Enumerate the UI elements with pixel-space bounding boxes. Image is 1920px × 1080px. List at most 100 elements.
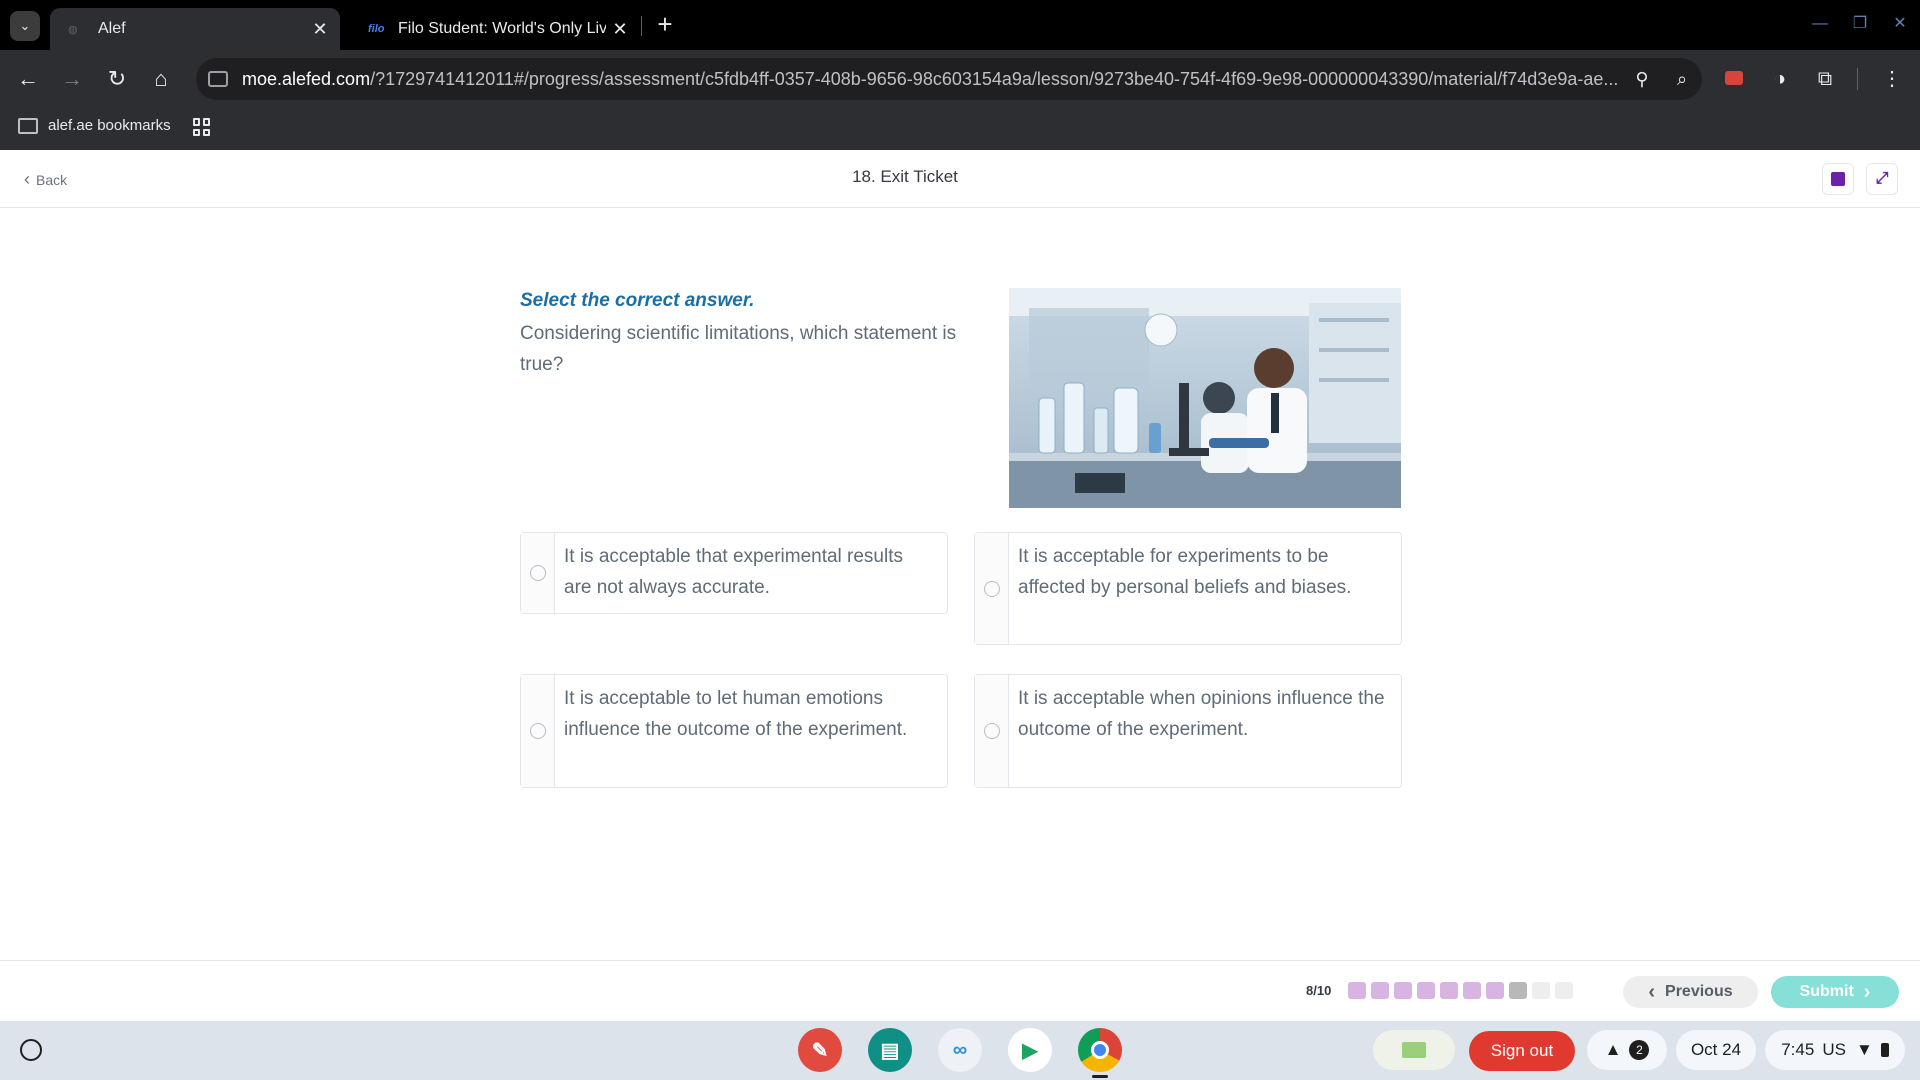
- progress-step[interactable]: [1417, 982, 1435, 999]
- infinity-app-icon[interactable]: ∞: [938, 1028, 982, 1072]
- url-host: moe.alefed.com: [242, 68, 371, 89]
- back-arrow-icon[interactable]: ←: [13, 64, 43, 94]
- tab-close-icon[interactable]: ✕: [306, 19, 334, 40]
- option-radio[interactable]: [529, 565, 546, 581]
- play-store-icon[interactable]: ▶: [1008, 1028, 1052, 1072]
- lesson-header: ‹ Back 18. Exit Ticket ⤢: [0, 150, 1920, 208]
- menu-kebab-icon[interactable]: ⋮: [1878, 66, 1906, 92]
- progress-step[interactable]: [1394, 982, 1412, 999]
- time-label: 7:45: [1781, 1040, 1815, 1059]
- option-radio[interactable]: [983, 723, 1000, 739]
- answer-option-3[interactable]: It is acceptable to let human emotions i…: [520, 674, 948, 788]
- apps-grid-icon[interactable]: [193, 118, 211, 136]
- tab-title: Alef: [98, 20, 126, 37]
- fullscreen-button[interactable]: ⤢: [1866, 163, 1898, 195]
- question-text: Considering scientific limitations, whic…: [520, 323, 957, 375]
- glossary-button[interactable]: [1822, 163, 1854, 195]
- assessment-footer: 8/10 ‹ Previous Submit ›: [0, 960, 1920, 1021]
- wifi-icon: ▼: [1855, 1040, 1873, 1059]
- location-pin-icon[interactable]: ⚲: [1622, 69, 1662, 90]
- previous-button[interactable]: ‹ Previous: [1623, 976, 1758, 1008]
- option-radio[interactable]: [529, 723, 546, 739]
- progress-step[interactable]: [1532, 982, 1550, 999]
- browser-toolbar: ← → ↻ ⌂ moe.alefed.com/?1729741412011#/p…: [0, 50, 1920, 108]
- progress-step[interactable]: [1371, 982, 1389, 999]
- laboratory-photo: [1009, 288, 1401, 508]
- tab-alef[interactable]: ◍ Alef ✕: [50, 8, 340, 50]
- canvas-paint-app-icon[interactable]: ✎: [798, 1028, 842, 1072]
- alef-favicon-icon: ◍: [68, 23, 78, 36]
- page-title: 18. Exit Ticket: [852, 167, 958, 186]
- submit-label: Submit: [1799, 983, 1854, 1000]
- tab-divider: [641, 16, 642, 36]
- dictionary-icon: [1831, 172, 1845, 186]
- launcher-icon[interactable]: [20, 1039, 42, 1061]
- progress-label: 8/10: [1306, 983, 1332, 998]
- progress-step[interactable]: [1486, 982, 1504, 999]
- radio-column: [975, 533, 1009, 644]
- running-indicator: [1092, 1075, 1108, 1078]
- toolbar-divider: [1857, 68, 1858, 90]
- system-shelf: ✎ ▤ ∞ ▶ Sign out ▲ 2 Oct 24 7:45 US ▼: [0, 1021, 1920, 1080]
- bookmark-folder[interactable]: alef.ae bookmarks: [18, 117, 171, 134]
- option-text: It is acceptable for experiments to be a…: [1018, 546, 1352, 598]
- url-text: moe.alefed.com/?1729741412011#/progress/…: [242, 69, 1622, 90]
- tab-close-icon[interactable]: ✕: [606, 19, 634, 40]
- folder-icon: [18, 117, 38, 134]
- progress-step[interactable]: [1440, 982, 1458, 999]
- bookmarks-bar: alef.ae bookmarks: [0, 108, 1920, 150]
- classroom-app-icon[interactable]: ▤: [868, 1028, 912, 1072]
- window-preview-thumbnail[interactable]: [1373, 1030, 1455, 1070]
- reload-icon[interactable]: ↻: [102, 64, 132, 94]
- extension-grey-icon[interactable]: ◑: [1766, 66, 1794, 92]
- tab-strip: ⌄ ◍ Alef ✕ filo Filo Student: World's On…: [0, 0, 1920, 50]
- site-info-icon[interactable]: [208, 71, 228, 87]
- option-text: It is acceptable to let human emotions i…: [564, 688, 908, 740]
- locale-label: US: [1822, 1040, 1846, 1059]
- answer-option-1[interactable]: It is acceptable that experimental resul…: [520, 532, 948, 614]
- previous-label: Previous: [1665, 983, 1733, 1000]
- answer-option-4[interactable]: It is acceptable when opinions influence…: [974, 674, 1402, 788]
- radio-column: [521, 675, 555, 787]
- chrome-browser-icon[interactable]: [1078, 1028, 1122, 1072]
- bookmark-folder-label: alef.ae bookmarks: [48, 117, 171, 134]
- date-tray[interactable]: Oct 24: [1676, 1030, 1756, 1070]
- notifications-tray[interactable]: ▲ 2: [1587, 1030, 1667, 1070]
- answer-option-2[interactable]: It is acceptable for experiments to be a…: [974, 532, 1402, 645]
- progress-step[interactable]: [1463, 982, 1481, 999]
- progress-step[interactable]: [1509, 982, 1527, 999]
- tab-search-button[interactable]: ⌄: [10, 11, 40, 41]
- address-bar[interactable]: moe.alefed.com/?1729741412011#/progress/…: [196, 58, 1702, 100]
- tab-title: Filo Student: World's Only Live I: [398, 20, 606, 37]
- chevron-left-icon: ‹: [1648, 980, 1656, 1003]
- notification-count-badge: 2: [1629, 1040, 1650, 1060]
- submit-button[interactable]: Submit ›: [1771, 976, 1899, 1008]
- progress-steps: [1348, 982, 1573, 999]
- close-window-icon[interactable]: ✕: [1885, 10, 1915, 38]
- new-tab-button[interactable]: +: [650, 10, 680, 40]
- minimize-icon[interactable]: —: [1805, 10, 1835, 38]
- sign-out-button[interactable]: Sign out: [1469, 1031, 1575, 1071]
- option-text: It is acceptable when opinions influence…: [1018, 688, 1385, 740]
- zoom-icon[interactable]: ⌕: [1662, 69, 1702, 90]
- radio-column: [975, 675, 1009, 787]
- question-instruction: Select the correct answer.: [520, 290, 755, 311]
- progress-step[interactable]: [1348, 982, 1366, 999]
- filo-favicon-icon: filo: [368, 23, 385, 35]
- warning-icon: ▲: [1604, 1040, 1622, 1059]
- expand-icon: ⤢: [1875, 170, 1889, 187]
- chevron-right-icon: ›: [1863, 980, 1871, 1003]
- date-label: Oct 24: [1690, 1040, 1742, 1059]
- lab-scientists-illustration: [1009, 288, 1401, 508]
- option-text: It is acceptable that experimental resul…: [564, 546, 904, 598]
- home-icon[interactable]: ⌂: [146, 64, 176, 94]
- option-radio[interactable]: [983, 580, 1000, 597]
- progress-step[interactable]: [1555, 982, 1573, 999]
- forward-arrow-icon[interactable]: →: [57, 64, 87, 94]
- url-path: /?1729741412011#/progress/assessment/c5f…: [370, 68, 1619, 89]
- extension-red-icon[interactable]: [1720, 66, 1748, 92]
- restore-icon[interactable]: ❐: [1845, 10, 1875, 38]
- tab-filo[interactable]: filo Filo Student: World's Only Live I ✕: [350, 8, 640, 50]
- status-tray[interactable]: 7:45 US ▼: [1765, 1030, 1905, 1070]
- extensions-puzzle-icon[interactable]: ⧉: [1811, 66, 1839, 92]
